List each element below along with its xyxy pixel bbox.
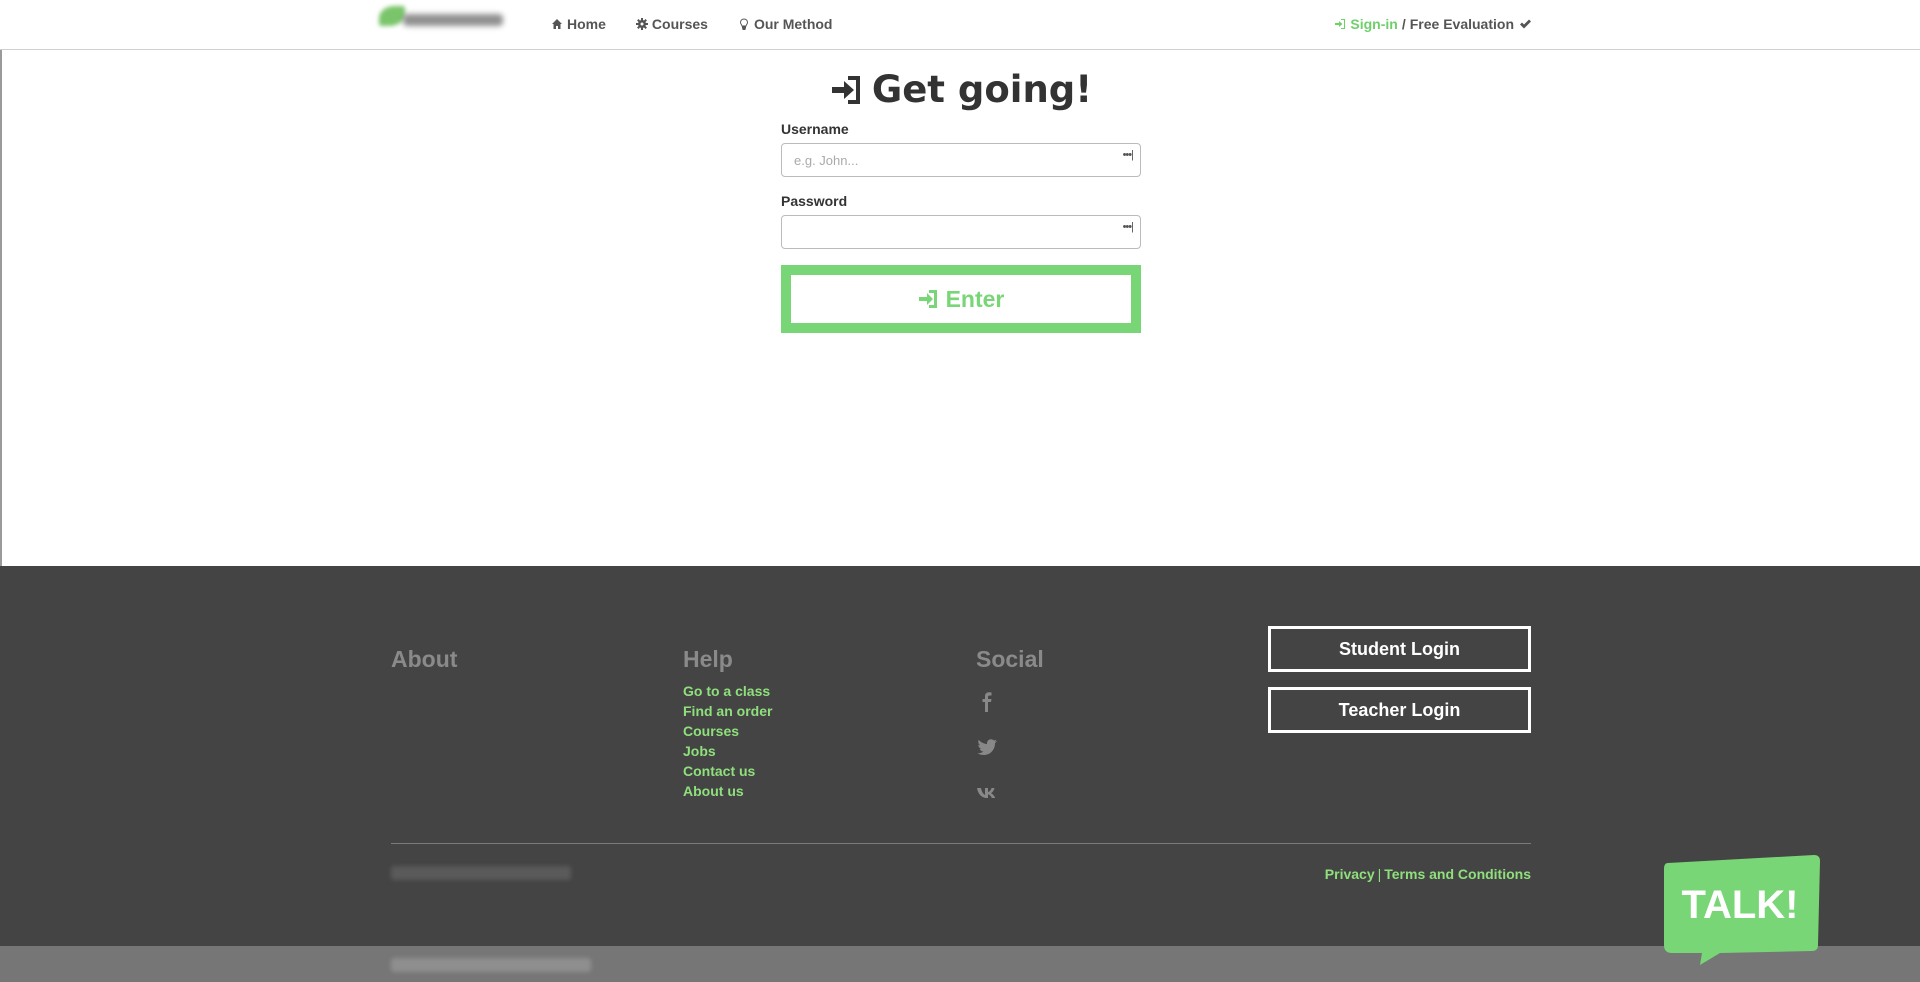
gear-icon bbox=[635, 18, 648, 30]
free-evaluation-link[interactable]: Free Evaluation bbox=[1410, 16, 1531, 32]
username-input[interactable] bbox=[781, 143, 1141, 177]
nav-courses[interactable]: Courses bbox=[635, 16, 708, 32]
terms-link[interactable]: Terms and Conditions bbox=[1384, 866, 1531, 882]
nav-home-label: Home bbox=[567, 16, 606, 32]
main-nav: Home Courses Our Method bbox=[551, 16, 832, 32]
help-link-jobs[interactable]: Jobs bbox=[683, 744, 772, 759]
social-links bbox=[976, 690, 998, 804]
teacher-login-button[interactable]: Teacher Login bbox=[1268, 687, 1531, 733]
speech-bubble-icon: TALK! bbox=[1664, 855, 1820, 965]
help-link-contact[interactable]: Contact us bbox=[683, 764, 772, 779]
page-title-text: Get going! bbox=[871, 68, 1093, 111]
footer-about-heading: About bbox=[391, 646, 458, 672]
vk-icon[interactable] bbox=[976, 782, 998, 804]
window-left-edge bbox=[0, 0, 2, 566]
password-manager-icon[interactable]: •••| bbox=[1123, 149, 1134, 161]
username-label: Username bbox=[781, 121, 849, 137]
site-logo[interactable] bbox=[375, 2, 535, 36]
password-field-wrap: •••| bbox=[781, 215, 1141, 249]
help-links: Go to a class Find an order Courses Jobs… bbox=[683, 684, 772, 799]
signin-label: Sign-in bbox=[1350, 16, 1398, 32]
lightbulb-icon bbox=[739, 18, 748, 30]
twitter-icon[interactable] bbox=[976, 736, 998, 758]
student-login-button[interactable]: Student Login bbox=[1268, 626, 1531, 672]
home-icon bbox=[552, 19, 562, 29]
footer-divider bbox=[391, 843, 1531, 844]
enter-button[interactable]: Enter bbox=[781, 265, 1141, 333]
facebook-icon[interactable] bbox=[976, 690, 998, 712]
help-link-go-to-class[interactable]: Go to a class bbox=[683, 684, 772, 699]
signin-icon bbox=[831, 75, 860, 104]
help-link-find-order[interactable]: Find an order bbox=[683, 704, 772, 719]
login-form: Get going! Username •••| Password •••| E… bbox=[781, 68, 1141, 333]
footer-help-heading: Help bbox=[683, 646, 733, 672]
talk-chat-badge[interactable]: TALK! bbox=[1660, 855, 1820, 965]
site-header: Home Courses Our Method Sign-in / Free E… bbox=[0, 0, 1920, 50]
signin-link[interactable]: Sign-in bbox=[1334, 16, 1398, 32]
signin-icon bbox=[1335, 19, 1346, 29]
auth-separator: / bbox=[1401, 16, 1406, 32]
legal-separator: | bbox=[1377, 866, 1382, 882]
auth-links: Sign-in / Free Evaluation bbox=[1334, 16, 1531, 32]
signin-icon bbox=[918, 290, 937, 308]
legal-links: Privacy | Terms and Conditions bbox=[1325, 866, 1531, 882]
logo-leaf-icon bbox=[379, 6, 405, 26]
enter-button-label: Enter bbox=[945, 285, 1005, 312]
checkmark-icon bbox=[1520, 19, 1531, 29]
site-footer: About Help Social Go to a class Find an … bbox=[0, 566, 1920, 946]
password-label: Password bbox=[781, 193, 848, 209]
footer-social-heading: Social bbox=[976, 646, 1044, 672]
nav-home[interactable]: Home bbox=[551, 16, 606, 32]
free-evaluation-label: Free Evaluation bbox=[1409, 16, 1514, 32]
nav-our-method-label: Our Method bbox=[753, 16, 833, 32]
footer-blurred-text bbox=[391, 866, 571, 880]
talk-badge-text: TALK! bbox=[1682, 883, 1799, 927]
logo-wordmark bbox=[403, 14, 503, 26]
copyright-bar bbox=[0, 946, 1920, 982]
help-link-about[interactable]: About us bbox=[683, 784, 772, 799]
username-field-wrap: •••| bbox=[781, 143, 1141, 177]
password-input[interactable] bbox=[781, 215, 1141, 249]
copyright-blurred-text bbox=[391, 958, 591, 972]
privacy-link[interactable]: Privacy bbox=[1325, 866, 1375, 882]
help-link-courses[interactable]: Courses bbox=[683, 724, 772, 739]
page-title: Get going! bbox=[781, 68, 1141, 111]
nav-courses-label: Courses bbox=[651, 16, 708, 32]
password-manager-icon[interactable]: •••| bbox=[1123, 221, 1134, 233]
nav-our-method[interactable]: Our Method bbox=[738, 16, 833, 32]
